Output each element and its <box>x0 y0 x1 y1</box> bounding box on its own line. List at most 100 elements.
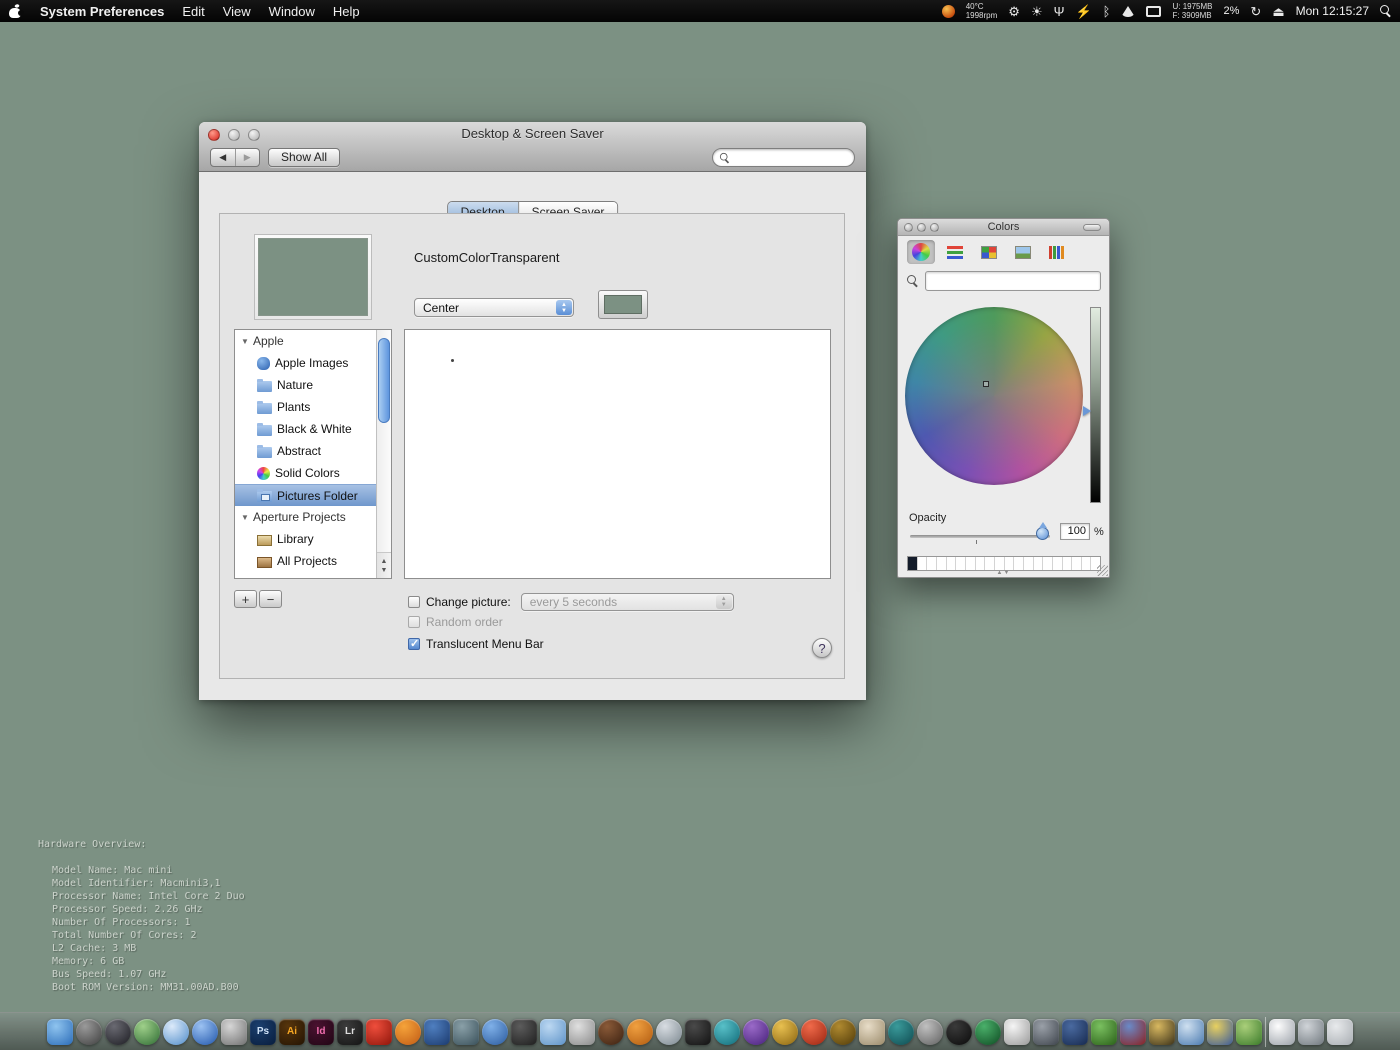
istat-menu-icon[interactable] <box>941 4 955 18</box>
color-swatch[interactable] <box>965 557 976 570</box>
drive-app[interactable] <box>1298 1018 1324 1045</box>
yellowblue-app[interactable] <box>1207 1018 1233 1045</box>
color-swatch[interactable] <box>1052 557 1063 570</box>
dock-separator[interactable] <box>1265 1016 1266 1047</box>
itunes[interactable] <box>192 1018 218 1045</box>
opacity-slider-track[interactable] <box>910 535 1050 544</box>
cpu-status[interactable]: 2% <box>1224 5 1240 17</box>
translucent-menubar-checkbox[interactable] <box>408 637 420 650</box>
power-menu-icon[interactable]: ⚡ <box>1075 5 1091 18</box>
dark-app[interactable] <box>511 1018 537 1045</box>
sidebar-item[interactable]: Pictures Folder <box>235 484 376 506</box>
close-button[interactable] <box>904 223 913 232</box>
sidebar-item[interactable]: All Projects <box>235 550 376 572</box>
temp-fan-status[interactable]: 40°C 1998rpm <box>966 2 998 20</box>
teal-swirl-app[interactable] <box>714 1018 740 1045</box>
firefox[interactable] <box>395 1018 421 1045</box>
beige-app[interactable] <box>859 1018 885 1045</box>
globe-app[interactable] <box>105 1018 131 1045</box>
blue-orb-app[interactable] <box>482 1018 508 1045</box>
bluetooth-menu-icon[interactable]: ᛒ <box>1103 5 1111 18</box>
colors-titlebar[interactable]: Colors <box>898 219 1109 236</box>
color-swatch[interactable] <box>1004 557 1015 570</box>
piano-app[interactable] <box>1004 1018 1030 1045</box>
color-swatch[interactable] <box>1014 557 1024 570</box>
search-input[interactable] <box>733 151 854 163</box>
color-wheel[interactable] <box>905 307 1083 485</box>
collapse-toolbar-button[interactable] <box>1083 224 1101 231</box>
color-wheel-mode-button[interactable] <box>907 240 935 264</box>
scrollbar-arrows[interactable] <box>377 552 391 578</box>
sidebar-item[interactable]: Solid Colors <box>235 462 376 484</box>
gear-menu-icon[interactable]: ⚙ <box>1008 5 1020 18</box>
illustrator[interactable]: Ai <box>279 1018 305 1045</box>
show-all-button[interactable]: Show All <box>268 147 341 167</box>
indesign[interactable]: Id <box>308 1018 334 1045</box>
color-wheel-marker[interactable] <box>983 381 989 387</box>
wifi-menu-icon[interactable] <box>1121 5 1136 17</box>
menu-app-name[interactable]: System Preferences <box>40 4 164 19</box>
green-app[interactable] <box>134 1018 160 1045</box>
textedit-doc[interactable] <box>1269 1018 1295 1045</box>
finder[interactable] <box>47 1018 73 1045</box>
sidebar-item[interactable]: Abstract <box>235 440 376 462</box>
purple-app[interactable] <box>743 1018 769 1045</box>
zoom-button[interactable] <box>930 223 939 232</box>
window-titlebar[interactable]: Desktop & Screen Saver Show All <box>199 122 866 172</box>
remove-folder-button[interactable]: − <box>259 590 282 608</box>
color-well-button[interactable] <box>598 290 648 319</box>
lightblue-app[interactable] <box>540 1018 566 1045</box>
color-swatch[interactable] <box>956 557 966 570</box>
menu-window[interactable]: Window <box>269 4 315 19</box>
sidebar-item[interactable]: Black & White <box>235 418 376 440</box>
opacity-value-field[interactable]: 100 <box>1060 523 1090 540</box>
color-swatch[interactable] <box>908 557 918 570</box>
sidebar-item[interactable]: Nature <box>235 374 376 396</box>
gold-app[interactable] <box>772 1018 798 1045</box>
menu-view[interactable]: View <box>223 4 251 19</box>
bluered-app[interactable] <box>1120 1018 1146 1045</box>
gray-orb-app[interactable] <box>917 1018 943 1045</box>
badge-app[interactable] <box>1149 1018 1175 1045</box>
spotlight-icon[interactable] <box>1380 5 1392 17</box>
color-swatch[interactable] <box>936 557 947 570</box>
swatch-drawer-handle[interactable] <box>997 570 1011 576</box>
brown-app[interactable] <box>598 1018 624 1045</box>
color-swatch[interactable] <box>1081 557 1092 570</box>
blue-app[interactable] <box>424 1018 450 1045</box>
crayons-mode-button[interactable] <box>1043 240 1071 264</box>
record-red-app[interactable] <box>946 1018 972 1045</box>
sidebar-item[interactable]: Library <box>235 528 376 550</box>
back-button[interactable] <box>211 148 236 166</box>
darkgold-app[interactable] <box>830 1018 856 1045</box>
safari[interactable] <box>163 1018 189 1045</box>
sidebar-item[interactable]: Aperture Projects <box>235 506 376 528</box>
acrobat[interactable] <box>366 1018 392 1045</box>
scrollbar-thumb[interactable] <box>378 338 390 423</box>
resize-grip[interactable] <box>1097 565 1108 576</box>
brightness-slider-thumb[interactable] <box>1083 406 1091 416</box>
record-green-app[interactable] <box>975 1018 1001 1045</box>
minimize-button[interactable] <box>917 223 926 232</box>
color-swatch[interactable] <box>985 557 995 570</box>
memory-status[interactable]: U: 1975MB F: 3909MB <box>1172 2 1212 20</box>
image-mode-button[interactable] <box>1009 240 1037 264</box>
prefs-search-field[interactable] <box>712 147 855 167</box>
brightness-menu-icon[interactable]: ☀ <box>1031 5 1043 18</box>
picture-thumbnail-dot[interactable] <box>451 359 454 362</box>
color-swatch[interactable] <box>946 557 957 570</box>
colors-search-field[interactable] <box>925 271 1101 291</box>
sliders-mode-button[interactable] <box>941 240 969 264</box>
color-swatch[interactable] <box>917 557 928 570</box>
color-swatch[interactable] <box>975 557 986 570</box>
silver-app[interactable] <box>569 1018 595 1045</box>
black-camera-app[interactable] <box>685 1018 711 1045</box>
dial-app[interactable] <box>76 1018 102 1045</box>
sync-menu-icon[interactable]: ↻ <box>1250 5 1261 18</box>
trash[interactable] <box>1327 1018 1353 1045</box>
navy-app[interactable] <box>1062 1018 1088 1045</box>
forward-button[interactable] <box>236 149 260 166</box>
photoshop[interactable]: Ps <box>250 1018 276 1045</box>
color-swatch[interactable] <box>1033 557 1044 570</box>
colors-search-input[interactable] <box>926 272 1100 290</box>
